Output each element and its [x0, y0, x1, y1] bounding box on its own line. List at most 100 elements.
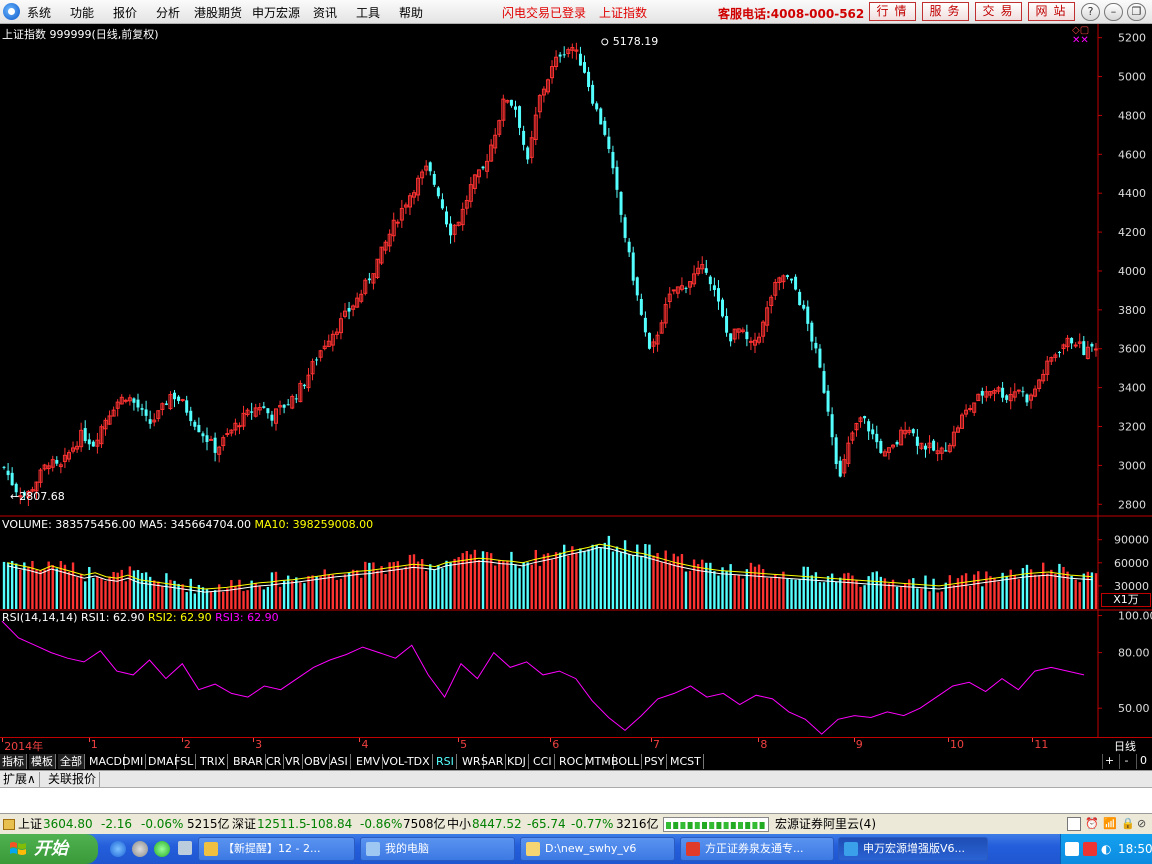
breadth-bar [673, 822, 679, 829]
breadth-bar [738, 822, 743, 829]
taskbar-task[interactable]: D:\new_swhy_v6 [520, 837, 675, 861]
menu-swhy[interactable]: 申万宏源 [252, 4, 300, 21]
media-icon[interactable] [132, 841, 148, 857]
candle-body [237, 425, 242, 428]
menu-system[interactable]: 系统 [27, 4, 51, 21]
tab-cci[interactable]: CCI [531, 754, 555, 769]
flash-trade-status[interactable]: 闪电交易已登录 [502, 4, 586, 21]
tab-group-0[interactable]: 指标 [0, 754, 27, 769]
candle-body [294, 398, 298, 400]
tab-fsl[interactable]: FSL [172, 754, 197, 769]
trade-button[interactable]: 交易 [975, 2, 1022, 21]
tab-group-2[interactable]: 全部 [58, 754, 85, 769]
volume-bar [713, 571, 716, 609]
chart-tools-icon[interactable]: ◇▢ ✕✕ [1072, 26, 1089, 46]
tab-dmi[interactable]: DMI [120, 754, 147, 769]
tab-sar[interactable]: SAR [479, 754, 507, 769]
tab-psy[interactable]: PSY [642, 754, 668, 769]
taskbar-task[interactable]: 【新提醒】12 - 2... [198, 837, 355, 861]
stop-icon[interactable]: ⊘ [1137, 817, 1151, 831]
index-link[interactable]: 上证指数 [599, 4, 647, 21]
task-icon [844, 842, 858, 856]
volume-bar [615, 546, 619, 609]
taskbar-task[interactable]: 方正证券泉友通专... [680, 837, 834, 861]
alarm-icon[interactable]: ⏰ [1085, 817, 1099, 831]
menu-hk-futures[interactable]: 港股期货 [194, 4, 242, 21]
tab-cr[interactable]: CR [264, 754, 285, 769]
candle-body [915, 436, 919, 446]
market-button[interactable]: 行情 [869, 2, 916, 21]
period-label[interactable]: 日线 [1114, 738, 1136, 754]
month-label: 10 [950, 738, 965, 751]
candle-body [708, 276, 712, 285]
reset-button[interactable]: 0 [1136, 754, 1150, 769]
related-quotes-tab[interactable]: 关联报价 [45, 772, 101, 787]
volume-bar [132, 570, 136, 609]
tray-shield-icon[interactable] [1083, 842, 1097, 856]
menu-news[interactable]: 资讯 [313, 4, 337, 21]
tab-trix[interactable]: TRIX [198, 754, 229, 769]
tab-obv[interactable]: OBV [302, 754, 331, 769]
start-button[interactable]: 开始 [0, 834, 98, 864]
volume-bar [847, 572, 850, 609]
volume-bar [384, 574, 387, 609]
tray-flag-icon[interactable] [1065, 842, 1079, 856]
notepad-icon[interactable] [1067, 817, 1081, 831]
candle-body [607, 136, 611, 149]
candle-body [185, 400, 189, 413]
menu-help[interactable]: 帮助 [399, 4, 423, 21]
month-label: 9 [855, 738, 863, 751]
volume-bar [603, 542, 606, 609]
zoom-out-button[interactable]: - [1119, 754, 1133, 769]
task-icon [526, 842, 540, 856]
tab-asi[interactable]: ASI [328, 754, 351, 769]
ie-icon[interactable] [110, 841, 126, 857]
tab-emv[interactable]: EMV [354, 754, 383, 769]
volume-bar [140, 573, 144, 609]
volume-bar [964, 573, 968, 609]
sh-change: -2.16 [101, 817, 133, 831]
stock-chart[interactable]: 2800 3000 3200 3400 3600 3800 4000 4200 4400 4600… [0, 24, 1152, 737]
tab-kdj[interactable]: KDJ [505, 754, 529, 769]
alert-icon[interactable] [3, 819, 15, 830]
minimize-icon[interactable]: – [1104, 3, 1123, 21]
tab-roc[interactable]: ROC [557, 754, 586, 769]
candle-body [509, 99, 513, 106]
tab-brar[interactable]: BRAR [231, 754, 266, 769]
website-button[interactable]: 网站 [1028, 2, 1075, 21]
expand-tab[interactable]: 扩展∧ [0, 772, 40, 787]
chart-area[interactable]: 2800 3000 3200 3400 3600 3800 4000 4200 4400 4600… [0, 24, 1152, 737]
taskbar-task[interactable]: 我的电脑 [360, 837, 515, 861]
volume-bar [494, 565, 497, 609]
candle-body [55, 460, 59, 464]
menu-function[interactable]: 功能 [70, 4, 94, 21]
month-label: 11 [1034, 738, 1049, 751]
tab-vr[interactable]: VR [283, 754, 304, 769]
volume-bar [96, 576, 99, 609]
tab-vol-tdx[interactable]: VOL-TDX [380, 754, 433, 769]
menu-quote[interactable]: 报价 [113, 4, 137, 21]
browser-icon[interactable] [154, 841, 170, 857]
tab-group-1[interactable]: 模板 [29, 754, 56, 769]
menu-tools[interactable]: 工具 [356, 4, 380, 21]
volume-bar [404, 566, 408, 609]
tab-rsi[interactable]: RSI [434, 754, 457, 769]
menu-analysis[interactable]: 分析 [156, 4, 180, 21]
tab-mcst[interactable]: MCST [668, 754, 704, 769]
month-tick [651, 738, 653, 742]
help-icon[interactable]: ? [1081, 3, 1100, 21]
signal-icon[interactable]: 📶 [1103, 817, 1117, 831]
candle-body [144, 409, 148, 416]
show-desktop-icon[interactable] [178, 841, 192, 855]
tray-sound-icon[interactable]: ◐ [1101, 834, 1111, 864]
zoom-in-button[interactable]: + [1102, 754, 1116, 769]
lock-icon[interactable]: 🔒 [1121, 817, 1135, 831]
candle-body [932, 440, 936, 451]
taskbar-task[interactable]: 申万宏源增强版V6... [838, 837, 988, 861]
tab-boll[interactable]: BOLL [609, 754, 643, 769]
breadth-bar [666, 822, 671, 829]
server-name[interactable]: 宏源证券阿里云(4) [775, 814, 876, 834]
restore-icon[interactable]: ❐ [1127, 3, 1146, 21]
clock[interactable]: 18:50 [1118, 834, 1152, 864]
service-button[interactable]: 服务 [922, 2, 969, 21]
